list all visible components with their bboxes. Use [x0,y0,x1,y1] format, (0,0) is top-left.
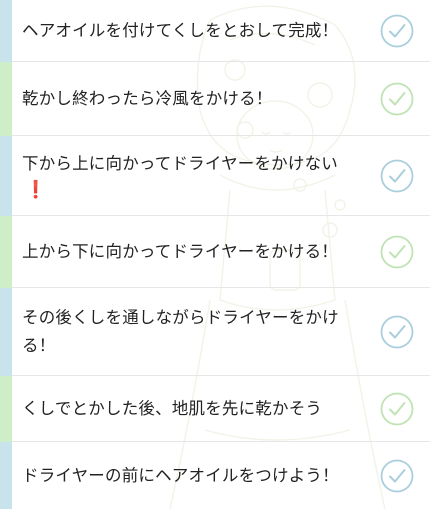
check-circle-icon[interactable] [380,82,414,116]
check-circle-icon[interactable] [380,159,414,193]
accent-bar [0,216,12,288]
item-label: 乾かし終わったら冷風をかける！ [22,89,273,108]
warning-icon: ❗ [25,180,47,200]
check-circle-icon[interactable] [380,315,414,349]
item-label-group: 下から上に向かってドライヤーをかけない ❗ [22,150,368,202]
list-item[interactable]: くしでとかした後、地肌を先に乾かそう [0,376,430,442]
list-item[interactable]: その後くしを通しながらドライヤーをかける！ [0,288,430,376]
accent-bar [0,0,12,62]
list-item[interactable]: 上から下に向かってドライヤーをかける！ [0,216,430,288]
list-item[interactable]: ドライヤーの前にヘアオイルをつけよう！ [0,442,430,509]
checklist: ヘアオイルを付けてくしをとおして完成！ 乾かし終わったら冷風をかける！ 下から上… [0,0,430,509]
list-item[interactable]: 乾かし終わったら冷風をかける！ [0,62,430,136]
item-label: その後くしを通しながらドライヤーをかける！ [22,308,339,355]
accent-bar [0,442,12,509]
list-item[interactable]: ヘアオイルを付けてくしをとおして完成！ [0,0,430,62]
check-circle-icon[interactable] [380,14,414,48]
item-label: 上から下に向かってドライヤーをかける！ [22,242,338,261]
accent-bar [0,288,12,376]
check-circle-icon[interactable] [380,459,414,493]
item-label: ドライヤーの前にヘアオイルをつけよう！ [22,465,339,485]
item-label: ヘアオイルを付けてくしをとおして完成！ [22,21,339,40]
item-label: 下から上に向かってドライヤーをかけない [22,154,338,173]
accent-bar [0,376,12,442]
item-label: くしでとかした後、地肌を先に乾かそう [22,399,323,418]
accent-bar [0,136,12,216]
accent-bar [0,62,12,136]
check-circle-icon[interactable] [380,392,414,426]
list-item[interactable]: 下から上に向かってドライヤーをかけない ❗ [0,136,430,216]
check-circle-icon[interactable] [380,235,414,269]
checklist-screen: ヘアオイルを付けてくしをとおして完成！ 乾かし終わったら冷風をかける！ 下から上… [0,0,430,509]
